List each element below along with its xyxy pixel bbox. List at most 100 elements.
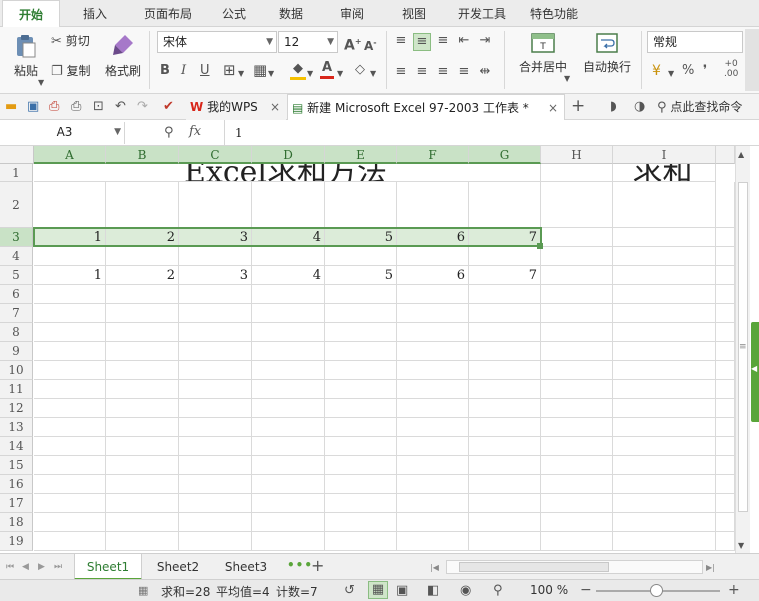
zoom-in-icon[interactable]: + (728, 582, 740, 598)
side-panel-toggle[interactable]: ◀ (751, 322, 759, 422)
cell-I15[interactable] (613, 456, 716, 475)
ui-toggle-icon[interactable]: ◗ (610, 99, 617, 115)
cell-F16[interactable] (397, 475, 469, 494)
font-color-icon[interactable]: A (320, 60, 334, 79)
cell-C16[interactable] (179, 475, 252, 494)
merge-center-button[interactable]: T 合并居中 (510, 31, 576, 75)
cell-I4[interactable] (613, 247, 716, 266)
customize-icon[interactable]: ✔ (163, 99, 174, 115)
horizontal-scrollbar[interactable] (446, 560, 703, 574)
cell-F12[interactable] (397, 399, 469, 418)
cell-I19[interactable] (613, 532, 716, 551)
align-middle-icon[interactable]: ≡ (413, 33, 431, 51)
font-name-select[interactable]: 宋体 ▼ (157, 31, 277, 53)
cell-C4[interactable] (179, 247, 252, 266)
cell-E3[interactable]: 5 (325, 228, 397, 247)
cell-B18[interactable] (106, 513, 179, 532)
row-header-11[interactable]: 11 (0, 380, 33, 399)
cell-F19[interactable] (397, 532, 469, 551)
cell-D9[interactable] (252, 342, 325, 361)
cell-B11[interactable] (106, 380, 179, 399)
chevron-down-icon[interactable]: ▼ (564, 71, 570, 87)
eye-protect-icon[interactable]: ⚲ (493, 583, 503, 599)
tab-my-wps[interactable]: W 我的WPS × (186, 94, 286, 120)
cell-F18[interactable] (397, 513, 469, 532)
cell-G18[interactable] (469, 513, 541, 532)
cell-C5[interactable]: 3 (179, 266, 252, 285)
cell-D2[interactable] (252, 182, 325, 228)
cell-A8[interactable] (34, 323, 106, 342)
cell-H18[interactable] (541, 513, 613, 532)
cell-G2[interactable] (469, 182, 541, 228)
cell-B9[interactable] (106, 342, 179, 361)
cell-E9[interactable] (325, 342, 397, 361)
cell-I11[interactable] (613, 380, 716, 399)
cell-G6[interactable] (469, 285, 541, 304)
cell-title-merged[interactable]: Excel求和方法 (34, 164, 541, 182)
cell-H19[interactable] (541, 532, 613, 551)
cell-G11[interactable] (469, 380, 541, 399)
cell-H16[interactable] (541, 475, 613, 494)
cell-B2[interactable] (106, 182, 179, 228)
cell-I14[interactable] (613, 437, 716, 456)
cell-D8[interactable] (252, 323, 325, 342)
cell-I18[interactable] (613, 513, 716, 532)
find-command-button[interactable]: ⚲ 点此查找命令 (657, 98, 742, 116)
decrease-font-icon[interactable]: A- (364, 35, 377, 54)
row-header-1[interactable]: 1 (0, 164, 33, 182)
scroll-down-icon[interactable]: ▼ (738, 538, 744, 554)
history-icon[interactable]: ↺ (344, 583, 355, 599)
cell-I2[interactable] (613, 182, 716, 228)
zoom-level[interactable]: 100 % (530, 583, 568, 597)
cell-I6[interactable] (613, 285, 716, 304)
cell-style-icon[interactable]: ▦ (253, 62, 267, 78)
comma-button[interactable]: ❜ (703, 63, 707, 79)
cell-F8[interactable] (397, 323, 469, 342)
tab-3[interactable]: 页面布局 (130, 0, 206, 27)
skin-icon[interactable]: ◑ (634, 99, 645, 115)
macro-icon[interactable]: ▦ (138, 583, 148, 599)
scroll-right-icon[interactable]: ▶| (706, 560, 715, 576)
copy-button[interactable]: ❐ 复制 (51, 62, 91, 82)
cell-sum-header[interactable]: 求和 (613, 164, 716, 182)
cell-F9[interactable] (397, 342, 469, 361)
clear-format-icon[interactable]: ◇ (355, 62, 365, 78)
decrease-indent-icon[interactable]: ⇤ (455, 33, 473, 51)
select-all-corner[interactable] (0, 146, 34, 164)
chevron-down-icon[interactable]: ▼ (268, 66, 274, 82)
column-header-B[interactable]: B (106, 146, 179, 164)
tab-7[interactable]: 视图 (384, 0, 444, 27)
sheet-tab-sheet1[interactable]: Sheet1 (74, 554, 142, 580)
cell-D6[interactable] (252, 285, 325, 304)
cell-D15[interactable] (252, 456, 325, 475)
border-icon[interactable]: ⊞ (223, 62, 236, 78)
cell-F14[interactable] (397, 437, 469, 456)
cell-D10[interactable] (252, 361, 325, 380)
column-header-E[interactable]: E (325, 146, 397, 164)
column-header-I[interactable]: I (613, 146, 716, 164)
cell-H10[interactable] (541, 361, 613, 380)
cell-C6[interactable] (179, 285, 252, 304)
cell-F4[interactable] (397, 247, 469, 266)
cell-I3[interactable] (613, 228, 716, 247)
cell-E4[interactable] (325, 247, 397, 266)
row-header-13[interactable]: 13 (0, 418, 33, 437)
cell-F15[interactable] (397, 456, 469, 475)
cell-E16[interactable] (325, 475, 397, 494)
tab-6[interactable]: 审阅 (324, 0, 380, 27)
cell-H17[interactable] (541, 494, 613, 513)
chevron-down-icon[interactable]: ▼ (238, 66, 244, 82)
cell-B5[interactable]: 2 (106, 266, 179, 285)
vertical-scrollbar[interactable]: ▲ ▼ ≡ (735, 146, 750, 553)
number-format-select[interactable]: 常规 (647, 31, 743, 53)
cell-H9[interactable] (541, 342, 613, 361)
cell-A2[interactable] (34, 182, 106, 228)
column-header-A[interactable]: A (34, 146, 106, 164)
cell-A19[interactable] (34, 532, 106, 551)
more-sheets-icon[interactable]: ••• (287, 558, 313, 572)
pdf-export-icon[interactable]: ⎙ (49, 99, 59, 115)
cell-D5[interactable]: 4 (252, 266, 325, 285)
cell-H5[interactable] (541, 266, 613, 285)
cell-E2[interactable] (325, 182, 397, 228)
cell-I9[interactable] (613, 342, 716, 361)
